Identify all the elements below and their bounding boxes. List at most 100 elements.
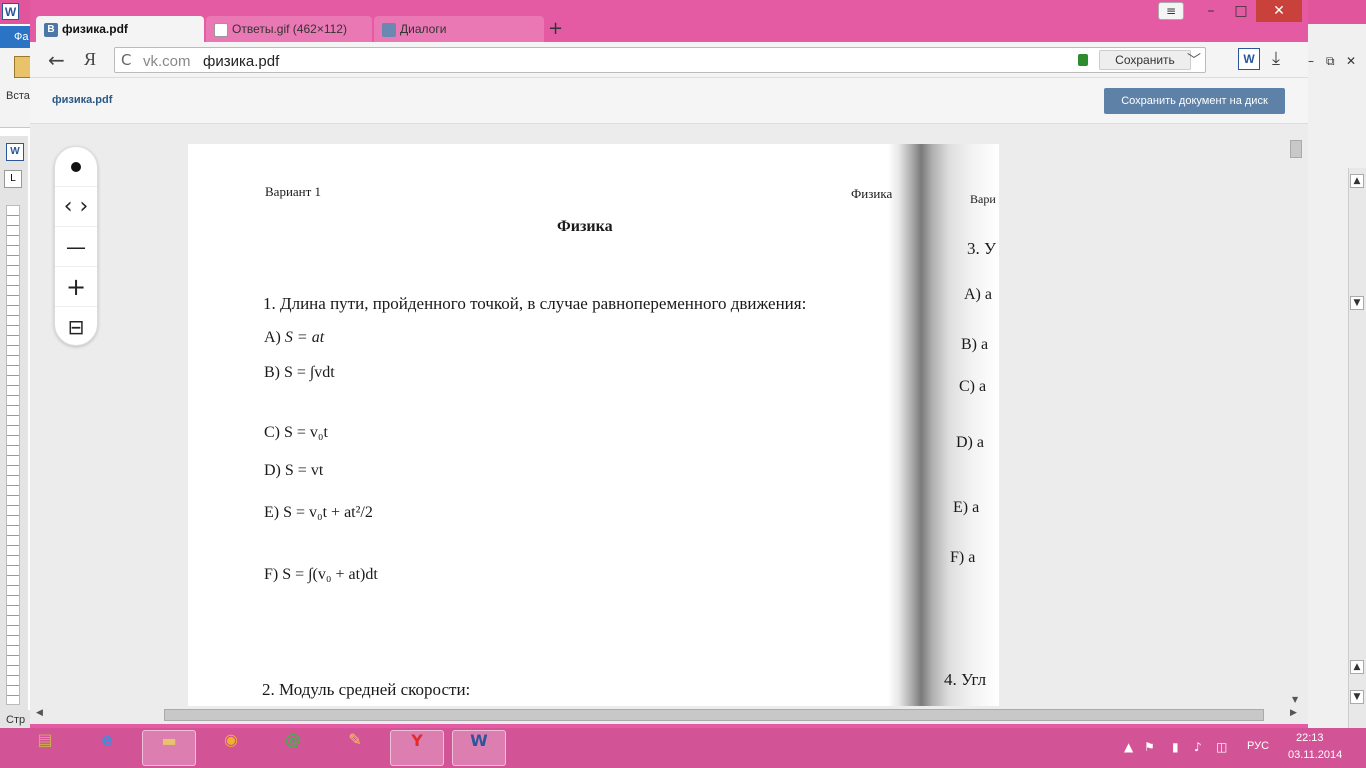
window-controls: ≡ – □ ✕	[1158, 0, 1302, 22]
browser-window: В физика.pdf Ответы.gif (462×112) Диалог…	[30, 0, 1308, 728]
url-page-title: физика.pdf	[203, 53, 280, 70]
word-scroll-mid-icon[interactable]: ▼	[1350, 296, 1364, 310]
right-option-c: C) a	[959, 378, 987, 395]
internet-explorer-icon[interactable]: e	[80, 730, 134, 766]
file-explorer-icon[interactable]: ▬	[142, 730, 196, 766]
zoom-out-button[interactable]: —	[55, 227, 97, 267]
word-restore-icon[interactable]: ⧉	[1326, 54, 1335, 69]
new-tab-button[interactable]: +	[548, 18, 563, 39]
option-label: D)	[264, 462, 281, 479]
download-icon[interactable]: ⤓	[1272, 48, 1280, 69]
document-filename: физика.pdf	[52, 94, 113, 106]
prev-next-button[interactable]: ‹ ›	[55, 187, 97, 227]
ruler-toggle-button[interactable]: L	[4, 170, 22, 188]
option-e: E) S = v₀t + at²/2	[264, 504, 373, 522]
word-minimize-icon[interactable]: –	[1308, 54, 1314, 68]
zoom-in-button[interactable]: +	[55, 267, 97, 307]
dialog-icon	[382, 23, 396, 37]
horizontal-scroll-thumb[interactable]	[164, 709, 1264, 721]
question-2: 2. Модуль средней скорости:	[262, 680, 471, 699]
minimize-button[interactable]: –	[1196, 0, 1226, 22]
back-arrow-icon[interactable]: ←	[48, 48, 65, 72]
option-expr: S = ∫vdt	[284, 364, 335, 381]
paint-icon[interactable]: ✎	[328, 730, 382, 766]
battery-icon[interactable]: ▮	[1172, 740, 1179, 754]
vertical-scroll-thumb[interactable]	[1290, 140, 1302, 158]
cursor-dot-button[interactable]	[55, 147, 97, 187]
word-app-icon[interactable]: W	[2, 3, 19, 20]
flag-icon[interactable]: ⚑	[1144, 740, 1155, 754]
option-d: D) S = vt	[264, 462, 323, 480]
option-a: A) S = at	[264, 329, 324, 347]
page-title: Физика	[557, 218, 613, 235]
word-taskbar-icon[interactable]: W	[452, 730, 506, 766]
taskbar: ▤ e ▬ ◉ @ ✎ Y W ▲ ⚑ ▮ ♪ ◫ РУС 22:13 03.1…	[0, 728, 1366, 768]
header-subject: Физика	[851, 186, 893, 201]
volume-icon[interactable]: ♪	[1194, 740, 1202, 754]
option-f: F) S = ∫(v₀ + at)dt	[264, 566, 378, 584]
show-hidden-icons-icon[interactable]: ▲	[1124, 740, 1133, 754]
word-vertical-scrollbar[interactable]	[1348, 168, 1366, 728]
browser-menu-icon[interactable]: ≡	[1158, 2, 1184, 20]
word-doc-icon[interactable]: W	[6, 143, 24, 161]
chevron-down-icon[interactable]: ﹀	[1187, 50, 1201, 70]
save-page-button[interactable]: Сохранить	[1099, 50, 1191, 70]
browser-toolbar: ← Я C vk.com физика.pdf Сохранить ﹀ W ⤓	[30, 42, 1308, 78]
word-prev-page-icon[interactable]: ▲	[1350, 660, 1364, 674]
language-indicator[interactable]: РУС	[1247, 740, 1269, 752]
word-next-page-icon[interactable]: ▼	[1350, 690, 1364, 704]
tab-otvety-gif[interactable]: Ответы.gif (462×112)	[206, 16, 372, 43]
yandex-browser-icon[interactable]: Y	[390, 730, 444, 766]
vertical-ruler	[6, 205, 20, 705]
word-scroll-up-icon[interactable]: ▲	[1350, 174, 1364, 188]
viewer-horizontal-scrollbar[interactable]: ◀ ▶	[30, 706, 1308, 724]
scroll-down-icon[interactable]: ▼	[1292, 695, 1298, 704]
option-label: E)	[264, 504, 280, 521]
word-close-icon[interactable]: ✕	[1346, 54, 1356, 68]
tab-dialogi[interactable]: Диалоги	[374, 16, 544, 43]
option-expr: S = vt	[284, 462, 324, 479]
question-1: 1. Длина пути, пройденного точкой, в слу…	[263, 294, 807, 313]
right-header-fragment: Вари	[970, 192, 996, 206]
option-b: B) S = ∫vdt	[264, 364, 335, 382]
save-to-disk-button[interactable]: Сохранить документ на диск	[1104, 88, 1285, 114]
lock-icon[interactable]	[1078, 54, 1088, 66]
pdf-viewer[interactable]: ‹ › — + ⊟ Вариант 1 Физика Физика 1. Дли…	[30, 124, 1308, 706]
word-status-bar: Стр	[0, 710, 30, 730]
address-bar[interactable]: C vk.com физика.pdf Сохранить ﹀	[114, 47, 1206, 73]
yandex-icon[interactable]: Я	[84, 49, 96, 70]
tab-fizika-pdf[interactable]: В физика.pdf	[36, 16, 204, 43]
file-icon	[214, 23, 228, 37]
option-expr: S = v₀t	[284, 424, 328, 441]
right-question-4: 4. Угл	[944, 670, 987, 689]
word-extension-icon[interactable]: W	[1238, 48, 1260, 70]
network-icon[interactable]: ◫	[1216, 740, 1227, 754]
maximize-button[interactable]: □	[1226, 0, 1256, 22]
zoom-panel: ‹ › — + ⊟	[54, 146, 98, 346]
right-option-e: E) a	[953, 499, 980, 516]
picasa-icon[interactable]: ◉	[204, 730, 258, 766]
scroll-right-icon[interactable]: ▶	[1290, 708, 1297, 718]
right-option-a: A) a	[964, 286, 992, 303]
tab-label: Ответы.gif (462×112)	[232, 22, 347, 36]
option-label: B)	[264, 364, 280, 381]
scroll-left-icon[interactable]: ◀	[36, 708, 43, 718]
clock-date[interactable]: 03.11.2014	[1288, 749, 1342, 761]
option-label: F)	[264, 566, 279, 583]
option-label: C)	[264, 424, 280, 441]
tab-label: физика.pdf	[62, 22, 128, 36]
paste-label: Вста	[6, 90, 30, 102]
header-variant: Вариант 1	[265, 184, 322, 199]
right-question-3: 3. У	[967, 239, 997, 258]
viewer-vertical-scrollbar[interactable]: ▼	[1288, 132, 1306, 706]
mail-agent-icon[interactable]: @	[266, 730, 320, 766]
right-option-d: D) a	[956, 434, 984, 451]
clock-time[interactable]: 22:13	[1296, 732, 1324, 744]
word-file-tab[interactable]: Фа	[0, 26, 30, 48]
fit-page-button[interactable]: ⊟	[55, 307, 97, 347]
reload-icon[interactable]: C	[121, 51, 131, 69]
archive-app-icon[interactable]: ▤	[18, 730, 72, 766]
tab-bar: В физика.pdf Ответы.gif (462×112) Диалог…	[30, 12, 1308, 43]
page-fold-shadow	[888, 144, 999, 706]
close-button[interactable]: ✕	[1256, 0, 1302, 22]
